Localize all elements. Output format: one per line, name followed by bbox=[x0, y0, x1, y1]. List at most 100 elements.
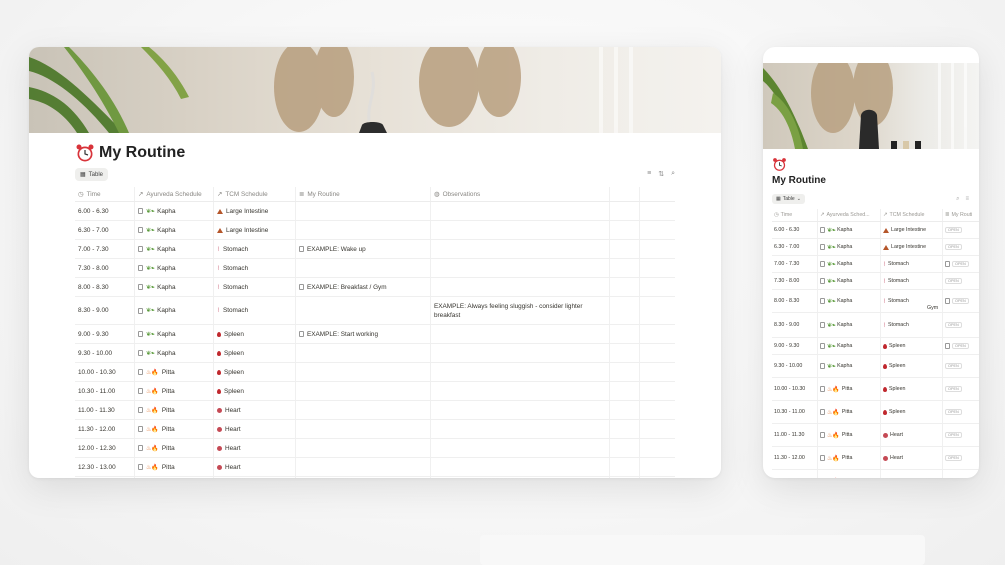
ayurveda-cell[interactable]: ❦❧ Kapha bbox=[135, 221, 214, 239]
mobile-routine-cell[interactable]: OPEN bbox=[943, 273, 979, 289]
time-cell[interactable]: 7.00 - 7.30 bbox=[75, 240, 135, 258]
table-row[interactable]: 6.30 - 7.00 ❦❧ Kapha Large Intestine bbox=[75, 221, 675, 240]
observations-cell[interactable] bbox=[431, 259, 610, 277]
mobile-routine-cell[interactable]: OPEN bbox=[943, 401, 979, 423]
mobile-table-row[interactable]: 11.00 - 11.30 ♨🔥 Pitta Heart OPEN bbox=[772, 424, 979, 447]
table-row[interactable]: 8.00 - 8.30 ❦❧ Kapha ⌇ Stomach EXAMPLE: Break… bbox=[75, 278, 675, 297]
mobile-ayurveda-cell[interactable]: ❦❧ Kapha bbox=[818, 290, 881, 312]
routine-cell[interactable] bbox=[296, 458, 431, 476]
mobile-tcm-cell[interactable]: Spleen bbox=[881, 355, 943, 377]
routine-cell[interactable] bbox=[296, 259, 431, 277]
mobile-time-cell[interactable]: 10.00 - 10.30 bbox=[772, 378, 818, 400]
tcm-cell[interactable]: Spleen bbox=[214, 344, 296, 362]
ayurveda-cell[interactable]: ❦❧ Kapha bbox=[135, 297, 214, 324]
mobile-routine-cell[interactable]: OPEN bbox=[943, 470, 979, 478]
table-row[interactable]: 7.00 - 7.30 ❦❧ Kapha ⌇ Stomach EXAMPLE: Wake … bbox=[75, 240, 675, 259]
mobile-routine-cell[interactable]: OPEN bbox=[943, 338, 979, 354]
mobile-time-cell[interactable]: 8.00 - 8.30 bbox=[772, 290, 818, 312]
mobile-time-cell[interactable]: 7.30 - 8.00 bbox=[772, 273, 818, 289]
sort-icon[interactable]: ⇅ bbox=[658, 170, 664, 178]
time-cell[interactable]: 12.00 - 12.30 bbox=[75, 439, 135, 457]
tcm-cell[interactable]: ⌇ Stomach bbox=[214, 259, 296, 277]
mobile-routine-cell[interactable]: OPEN bbox=[943, 313, 979, 337]
routine-cell[interactable] bbox=[296, 401, 431, 419]
routine-cell[interactable] bbox=[296, 420, 431, 438]
mobile-ayurveda-cell[interactable]: ❦❧ Kapha bbox=[818, 313, 881, 337]
mobile-ayurveda-cell[interactable]: ♨🔥Pitta bbox=[818, 401, 881, 423]
tcm-cell[interactable]: ⌇ Stomach bbox=[214, 297, 296, 324]
mobile-routine-cell[interactable]: OPEN bbox=[943, 378, 979, 400]
routine-cell[interactable] bbox=[296, 221, 431, 239]
ayurveda-cell[interactable]: ❦❧ Kapha bbox=[135, 325, 214, 343]
mobile-routine-cell[interactable]: OPEN bbox=[943, 239, 979, 255]
time-cell[interactable]: 8.30 - 9.00 bbox=[75, 297, 135, 324]
tcm-cell[interactable]: Heart bbox=[214, 458, 296, 476]
tcm-cell[interactable]: Spleen bbox=[214, 363, 296, 381]
filter-icon[interactable]: ≡ bbox=[647, 170, 651, 178]
mobile-ayurveda-cell[interactable]: ❦❧ Kapha bbox=[818, 239, 881, 255]
tcm-cell[interactable]: Spleen bbox=[214, 325, 296, 343]
mobile-time-cell[interactable]: 11.30 - 12.00 bbox=[772, 447, 818, 469]
mobile-routine-cell[interactable]: OPEN bbox=[943, 355, 979, 377]
ayurveda-cell[interactable]: ♨🔥Pitta bbox=[135, 439, 214, 457]
mobile-routine-cell[interactable]: OPEN bbox=[943, 256, 979, 272]
mobile-time-cell[interactable]: 6.30 - 7.00 bbox=[772, 239, 818, 255]
table-row[interactable]: 13.00 - 13.30♨🔥PittaSmall IntestineEXAMP… bbox=[75, 477, 675, 478]
tcm-cell[interactable]: ⌇ Stomach bbox=[214, 278, 296, 296]
observations-cell[interactable] bbox=[431, 240, 610, 258]
mobile-time-cell[interactable]: 9.30 - 10.00 bbox=[772, 355, 818, 377]
open-button[interactable]: OPEN bbox=[945, 227, 962, 233]
time-cell[interactable]: 6.00 - 6.30 bbox=[75, 202, 135, 220]
open-button[interactable]: OPEN bbox=[952, 343, 969, 349]
column-header-routine[interactable]: ≣ My Routine bbox=[296, 187, 431, 201]
time-cell[interactable]: 9.00 - 9.30 bbox=[75, 325, 135, 343]
table-view-tab[interactable]: ▦ Table bbox=[75, 168, 109, 181]
open-button[interactable]: OPEN bbox=[945, 322, 962, 328]
mobile-table-row[interactable]: 9.30 - 10.00 ❦❧ Kapha Spleen OPEN bbox=[772, 355, 979, 378]
tcm-cell[interactable]: Large Intestine bbox=[214, 202, 296, 220]
mobile-tcm-cell[interactable]: Heart bbox=[881, 447, 943, 469]
observations-cell[interactable] bbox=[431, 439, 610, 457]
table-row[interactable]: 7.30 - 8.00 ❦❧ Kapha ⌇ Stomach bbox=[75, 259, 675, 278]
tcm-cell[interactable]: Heart bbox=[214, 439, 296, 457]
table-row[interactable]: 10.00 - 10.30 ♨🔥 Pitta Spleen bbox=[75, 363, 675, 382]
mobile-routine-cell[interactable]: OPEN bbox=[943, 222, 979, 238]
time-cell[interactable]: 12.30 - 13.00 bbox=[75, 458, 135, 476]
routine-cell[interactable] bbox=[296, 344, 431, 362]
open-button[interactable]: OPEN bbox=[945, 455, 962, 461]
table-row[interactable]: 12.00 - 12.30 ♨🔥 Pitta Heart bbox=[75, 439, 675, 458]
open-button[interactable]: OPEN bbox=[945, 432, 962, 438]
column-header-observations[interactable]: ◍ Observations bbox=[431, 187, 610, 201]
mobile-table-row[interactable]: 10.30 - 11.00 ♨🔥 Pitta Spleen OPEN bbox=[772, 401, 979, 424]
mobile-tcm-cell[interactable]: Heart bbox=[881, 470, 943, 478]
table-row[interactable]: 9.30 - 10.00 ❦❧ Kapha Spleen bbox=[75, 344, 675, 363]
mobile-table-row[interactable]: 9.00 - 9.30 ❦❧ Kapha Spleen OPEN bbox=[772, 338, 979, 355]
open-button[interactable]: OPEN bbox=[952, 261, 969, 267]
mobile-table-row[interactable]: 11.30 - 12.00 ♨🔥 Pitta Heart OPEN bbox=[772, 447, 979, 470]
routine-cell[interactable]: EXAMPLE: Breakfast / Gym bbox=[296, 278, 431, 296]
mobile-ayurveda-cell[interactable]: ❦❧ Kapha bbox=[818, 222, 881, 238]
observations-cell[interactable] bbox=[431, 382, 610, 400]
mobile-tcm-cell[interactable]: ⌇ Stomach bbox=[881, 313, 943, 337]
routine-cell[interactable]: EXAMPLE: Wake up bbox=[296, 240, 431, 258]
mobile-time-cell[interactable]: 10.30 - 11.00 bbox=[772, 401, 818, 423]
routine-cell[interactable] bbox=[296, 363, 431, 381]
time-cell[interactable]: 6.30 - 7.00 bbox=[75, 221, 135, 239]
time-cell[interactable]: 10.30 - 11.00 bbox=[75, 382, 135, 400]
mobile-ayurveda-cell[interactable]: ♨🔥Pitta bbox=[818, 424, 881, 446]
ayurveda-cell[interactable]: ♨🔥Pitta bbox=[135, 401, 214, 419]
time-cell[interactable]: 13.00 - 13.30 bbox=[75, 477, 135, 478]
mobile-routine-cell[interactable]: OPEN Gym bbox=[927, 290, 979, 312]
observations-cell[interactable] bbox=[431, 458, 610, 476]
mobile-tcm-cell[interactable]: Large Intestine bbox=[881, 222, 943, 238]
mobile-time-cell[interactable]: 8.30 - 9.00 bbox=[772, 313, 818, 337]
mobile-tcm-cell[interactable]: Spleen bbox=[881, 401, 943, 423]
tcm-cell[interactable]: Small Intestine bbox=[214, 477, 296, 478]
time-cell[interactable]: 9.30 - 10.00 bbox=[75, 344, 135, 362]
ayurveda-cell[interactable]: ❦❧ Kapha bbox=[135, 278, 214, 296]
mobile-table-row[interactable]: 6.00 - 6.30 ❦❧ Kapha Large Intestine OPEN bbox=[772, 222, 979, 239]
mobile-time-cell[interactable]: 12.00 - 12.30 bbox=[772, 470, 818, 478]
mobile-tcm-cell[interactable]: ⌇ Stomach bbox=[881, 273, 943, 289]
mobile-column-header-ayurveda[interactable]: ↗ Ayurveda Sched... bbox=[818, 209, 881, 221]
mobile-table-row[interactable]: 7.30 - 8.00 ❦❧ Kapha ⌇ Stomach OPEN bbox=[772, 273, 979, 290]
